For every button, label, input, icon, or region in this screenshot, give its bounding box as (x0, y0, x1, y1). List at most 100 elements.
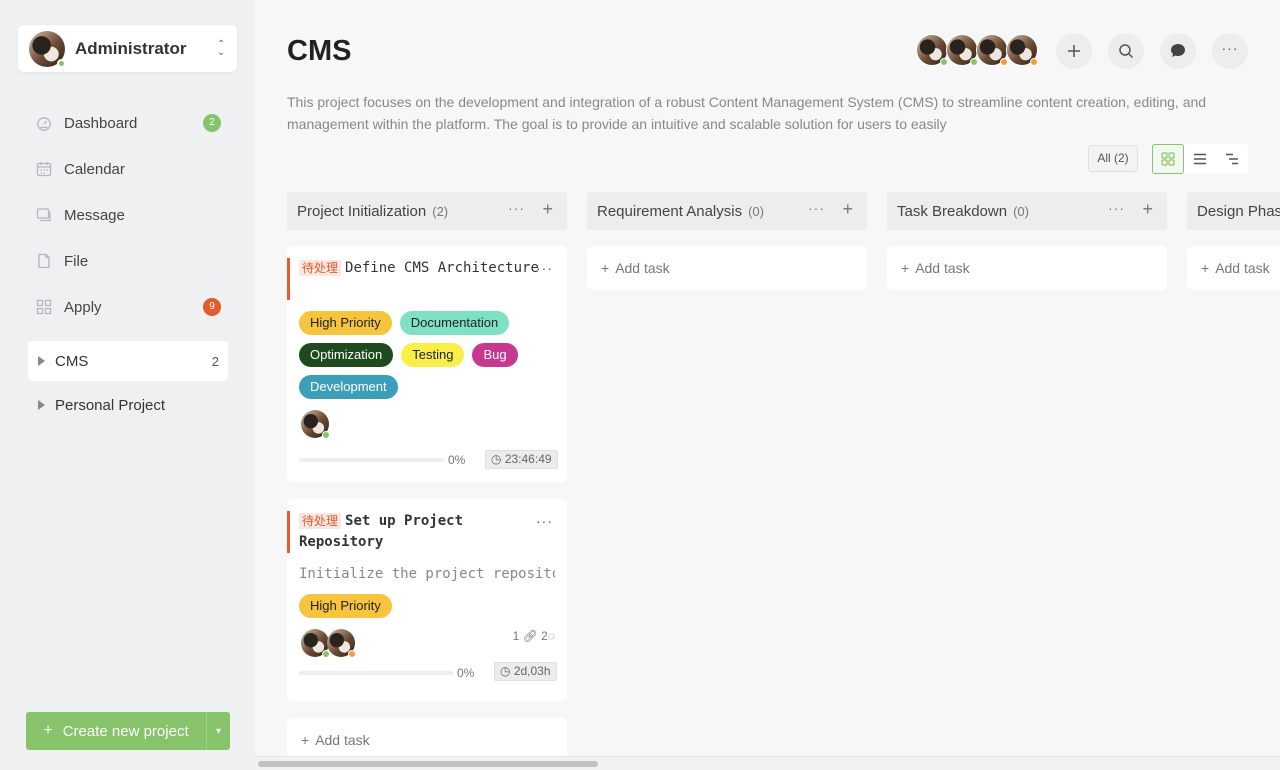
column-design-phase: Design Phase + Add task (1187, 192, 1280, 290)
search-button[interactable] (1108, 33, 1144, 69)
assignee-status-dot (348, 650, 356, 658)
task-card[interactable]: 待处理 Define CMS Architecture ··· High Prio… (287, 246, 567, 482)
column-header: Requirement Analysis (0) ··· + (587, 192, 867, 230)
add-task-button[interactable]: + Add task (1187, 246, 1280, 290)
member-status-dot (1030, 58, 1038, 66)
card-more-icon[interactable]: ··· (536, 260, 553, 276)
create-project-label: Create new project (62, 722, 189, 740)
user-switcher[interactable]: Administrator ⌃ ⌄ (18, 25, 237, 72)
tag-bug: Bug (472, 343, 518, 367)
column-title: Design Phase (1197, 202, 1280, 220)
assignees (301, 410, 330, 439)
more-options-button[interactable]: ··· (1212, 33, 1248, 69)
member-avatar[interactable] (1006, 34, 1038, 66)
sidebar-item-dashboard[interactable]: Dashboard 2 (28, 100, 228, 146)
project-members[interactable] (916, 34, 1038, 66)
create-project-button[interactable]: + Create new project (26, 712, 206, 750)
assignee-avatar[interactable] (301, 629, 330, 658)
sidebar-item-calendar[interactable]: Calendar (28, 146, 228, 192)
sidebar-item-message[interactable]: Message (28, 192, 228, 238)
dashboard-icon (37, 117, 51, 131)
assignee-avatar[interactable] (301, 410, 330, 439)
plus-icon: + (43, 722, 53, 739)
sidebar-item-file[interactable]: File (28, 238, 228, 284)
calendar-icon (36, 162, 52, 177)
chat-button[interactable] (1160, 33, 1196, 69)
create-project-split-button: + Create new project ▾ (26, 712, 230, 750)
kanban-board: Project Initialization (2) ··· + 待处理 Defi… (287, 192, 1280, 757)
member-avatar[interactable] (976, 34, 1008, 66)
attachment-count: 1 (512, 629, 520, 643)
column-add-icon[interactable]: + (1142, 200, 1153, 218)
list-view-button[interactable] (1184, 144, 1216, 174)
assignee-avatar[interactable] (327, 629, 356, 658)
column-more-icon[interactable]: ··· (808, 200, 825, 216)
task-card[interactable]: 待处理 Set up Project Repository ··· Initial… (287, 499, 567, 701)
comment-count: 2 (541, 629, 548, 643)
sidebar-item-apply[interactable]: Apply 9 (28, 284, 228, 330)
column-count: (2) (432, 203, 449, 219)
card-more-icon[interactable]: ··· (536, 513, 553, 529)
plus-icon: + (601, 260, 610, 276)
comment-icon: ◌ (547, 629, 555, 643)
add-task-label: Add task (1215, 260, 1270, 276)
add-task-label: Add task (315, 732, 370, 748)
project-item-personal[interactable]: Personal Project (28, 385, 228, 425)
board-view-button[interactable] (1152, 144, 1184, 174)
task-status-label: 待处理 (299, 260, 342, 276)
tag-development: Development (299, 375, 398, 399)
column-more-icon[interactable]: ··· (508, 200, 525, 216)
apply-count-badge: 9 (203, 298, 221, 316)
progress-percent: 0% (448, 453, 466, 467)
member-status-dot (970, 58, 978, 66)
task-title-text: Define CMS Architecture (345, 260, 539, 276)
column-more-icon[interactable]: ··· (1108, 200, 1125, 216)
filter-all-button[interactable]: All (2) (1088, 145, 1138, 172)
project-description: This project focuses on the development … (287, 94, 1207, 132)
caret-right-icon[interactable] (38, 400, 45, 410)
progress-bar (299, 458, 444, 462)
task-timer: ◷ 2d,03h (494, 662, 557, 681)
horizontal-scrollbar[interactable] (255, 756, 1280, 770)
priority-bar (287, 511, 290, 553)
project-count: 2 (211, 353, 219, 369)
online-status-dot (57, 58, 66, 68)
sidebar-item-label: Apply (64, 298, 102, 316)
create-project-dropdown-toggle[interactable]: ▾ (206, 712, 230, 750)
add-task-label: Add task (915, 260, 970, 276)
progress-percent: 0% (457, 666, 475, 680)
assignees (301, 629, 356, 658)
scrollbar-thumb[interactable] (258, 761, 598, 767)
sidebar-item-label: Message (64, 206, 125, 224)
project-item-cms[interactable]: CMS 2 (28, 341, 228, 381)
plus-icon: + (301, 732, 310, 748)
tag-optimization: Optimization (299, 343, 394, 367)
member-avatar[interactable] (946, 34, 978, 66)
column-count: (0) (748, 203, 764, 219)
task-title[interactable]: 待处理 Define CMS Architecture (299, 258, 539, 279)
add-task-button[interactable]: + Add task (887, 246, 1167, 290)
gantt-icon (1226, 153, 1238, 165)
column-task-breakdown: Task Breakdown (0) ··· + + Add task (887, 192, 1167, 290)
plus-icon (1068, 45, 1080, 57)
task-tags: High Priority Documentation Optimization… (299, 311, 549, 407)
task-title[interactable]: 待处理 Set up Project Repository (299, 511, 539, 553)
priority-bar (287, 258, 290, 300)
grid-icon (1161, 152, 1175, 166)
column-add-icon[interactable]: + (842, 200, 853, 218)
chevron-up-down-icon: ⌃ ⌄ (217, 39, 226, 58)
column-title: Task Breakdown (897, 202, 1008, 220)
gantt-view-button[interactable] (1216, 144, 1248, 174)
add-member-button[interactable] (1056, 33, 1092, 69)
member-avatar[interactable] (916, 34, 948, 66)
user-name: Administrator (75, 38, 187, 58)
add-task-button[interactable]: + Add task (587, 246, 867, 290)
tag-high-priority: High Priority (299, 311, 392, 335)
add-task-button[interactable]: + Add task (287, 718, 567, 757)
column-add-icon[interactable]: + (542, 200, 553, 218)
task-timer: ◷ 23:46:49 (485, 450, 558, 469)
project-label: Personal Project (55, 396, 166, 414)
sidebar-item-label: File (64, 252, 89, 270)
main-content: CMS ··· This project focuses on the deve… (255, 0, 1280, 770)
caret-right-icon[interactable] (38, 356, 45, 366)
